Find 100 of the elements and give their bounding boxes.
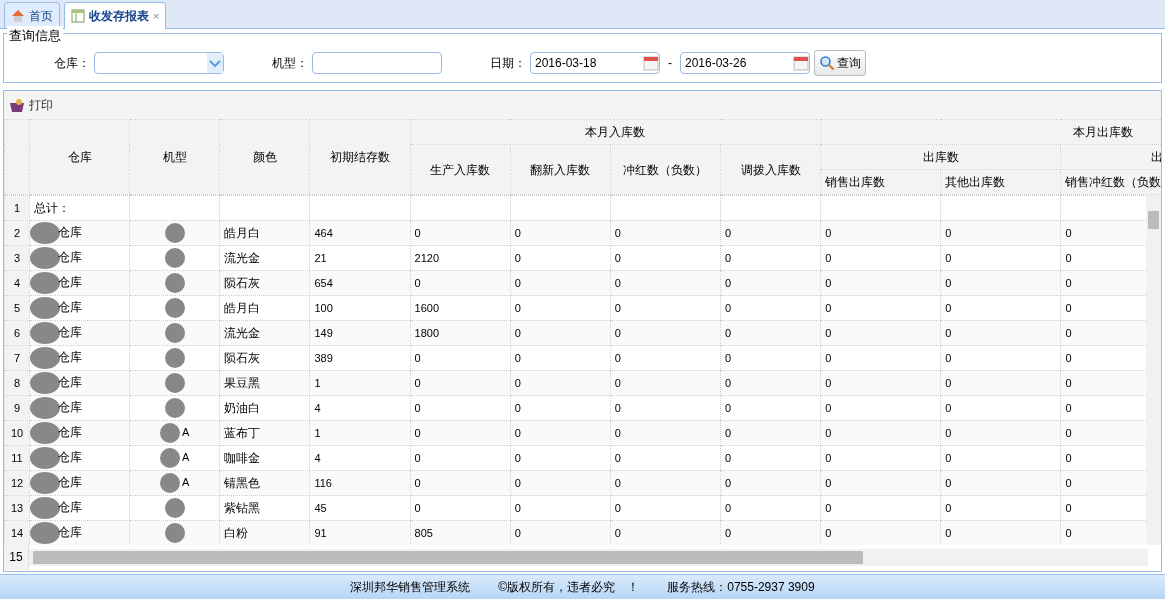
- vertical-scrollbar[interactable]: [1146, 195, 1161, 545]
- table-cell: 91: [309, 520, 411, 545]
- footer-text: 服务热线：0755-2937 3909: [667, 579, 815, 596]
- table-cell: 21: [309, 245, 411, 271]
- table-cell: 仓库: [58, 475, 83, 490]
- row-number: 5: [4, 295, 30, 321]
- table-cell: 1: [309, 370, 411, 396]
- table-cell: 0: [510, 295, 611, 321]
- table-cell: 0: [510, 370, 611, 396]
- table-cell: 0: [1061, 520, 1146, 545]
- close-icon[interactable]: ×: [153, 7, 160, 25]
- column-group-header: 本月出库数: [820, 119, 1161, 145]
- table-cell: 仓库: [58, 250, 83, 265]
- table-cell: 仓库: [58, 275, 83, 290]
- table-cell: 蓝布丁: [219, 420, 310, 446]
- row-number: 15: [4, 545, 29, 570]
- table-cell: 1800: [410, 320, 511, 346]
- table-cell: 0: [820, 320, 941, 346]
- table-cell: 389: [309, 345, 411, 371]
- row-number: 1: [4, 195, 30, 221]
- table-cell: 仓库: [58, 425, 83, 440]
- table-cell: 0: [820, 395, 941, 421]
- table-cell: 0: [510, 270, 611, 296]
- table-cell: 0: [1061, 320, 1146, 346]
- table-cell: 0: [940, 395, 1061, 421]
- table-cell: 0: [410, 395, 511, 421]
- row-number: 13: [4, 495, 30, 521]
- row-number: 7: [4, 345, 30, 371]
- redaction-mark: [164, 323, 185, 343]
- redaction-mark: [164, 248, 185, 268]
- tab[interactable]: 收发存报表 ×: [64, 2, 167, 29]
- table-cell: 116: [309, 470, 411, 496]
- table-cell: 流光金: [219, 320, 310, 346]
- table-cell: 奶油白: [219, 395, 310, 421]
- table-cell: 仓库: [58, 525, 83, 540]
- column-group-header: 出: [1061, 144, 1161, 170]
- column-header: 冲红数（负数）: [610, 144, 721, 195]
- scroll-thumb[interactable]: [33, 551, 863, 564]
- table-cell: 0: [1061, 220, 1146, 246]
- field-label: 机型：: [272, 55, 308, 72]
- table-cell: 0: [610, 395, 721, 421]
- print-button[interactable]: 打印: [9, 96, 53, 114]
- column-group-header: 本月入库数: [410, 119, 821, 145]
- table-cell: 仓库: [58, 400, 83, 415]
- table-cell: 0: [610, 370, 721, 396]
- column-header: 调拨入库数: [720, 144, 821, 195]
- table-cell: 仓库: [58, 500, 83, 515]
- range-separator: -: [668, 55, 672, 72]
- table-cell: 0: [510, 445, 611, 471]
- table-cell: 0: [1061, 420, 1146, 446]
- table-cell: 0: [720, 370, 821, 396]
- horizontal-scrollbar[interactable]: [29, 549, 1148, 566]
- column-header: 销售出库数: [820, 169, 941, 195]
- warehouse-dropdown[interactable]: [94, 52, 224, 74]
- column-header: 生产入库数: [410, 144, 511, 195]
- redaction-mark: [160, 473, 181, 493]
- table-cell: 白粉: [219, 520, 310, 545]
- table-cell: A: [182, 450, 190, 463]
- table-cell: 0: [610, 295, 721, 321]
- table-cell: 锖黑色: [219, 470, 310, 496]
- table-cell: 0: [720, 470, 821, 496]
- redaction-mark: [164, 373, 185, 393]
- table-cell: 149: [309, 320, 411, 346]
- table-cell: 0: [410, 220, 511, 246]
- scroll-thumb[interactable]: [1148, 211, 1159, 229]
- tab[interactable]: 首页: [4, 2, 60, 28]
- column-group-header: 出库数: [820, 144, 1061, 170]
- table-cell: 0: [820, 220, 941, 246]
- column-header: 机型: [129, 119, 220, 195]
- table-cell: 4: [309, 445, 411, 471]
- table-cell: 0: [940, 495, 1061, 521]
- model-field[interactable]: [312, 52, 442, 74]
- table-cell: 0: [410, 370, 511, 396]
- table-cell: 654: [309, 270, 411, 296]
- table-cell: 0: [940, 245, 1061, 271]
- table-cell: 0: [610, 220, 721, 246]
- table-cell: 0: [1061, 370, 1146, 396]
- table-cell: 0: [940, 220, 1061, 246]
- table-cell: 0: [940, 370, 1061, 396]
- table-cell: 0: [940, 320, 1061, 346]
- table-cell: 果豆黑: [219, 370, 310, 396]
- table-cell: 0: [610, 245, 721, 271]
- table-cell: 0: [1061, 470, 1146, 496]
- table-cell: 0: [940, 270, 1061, 296]
- table-cell: 0: [820, 495, 941, 521]
- query-button[interactable]: 查询: [814, 50, 866, 76]
- date-field[interactable]: 2016-03-18: [530, 52, 660, 74]
- column-header: 颜色: [219, 119, 310, 195]
- table-cell: 仓库: [58, 450, 83, 465]
- date-field[interactable]: 2016-03-26: [680, 52, 810, 74]
- field-label: 日期：: [490, 55, 526, 72]
- table-cell: 0: [940, 420, 1061, 446]
- row-number: 10: [4, 420, 30, 446]
- table-cell: 0: [510, 470, 611, 496]
- table-cell: 0: [720, 295, 821, 321]
- table-cell: 0: [610, 470, 721, 496]
- table-cell: 0: [510, 220, 611, 246]
- table-cell: 0: [610, 420, 721, 446]
- table-cell: 805: [410, 520, 511, 545]
- table-cell: 0: [720, 220, 821, 246]
